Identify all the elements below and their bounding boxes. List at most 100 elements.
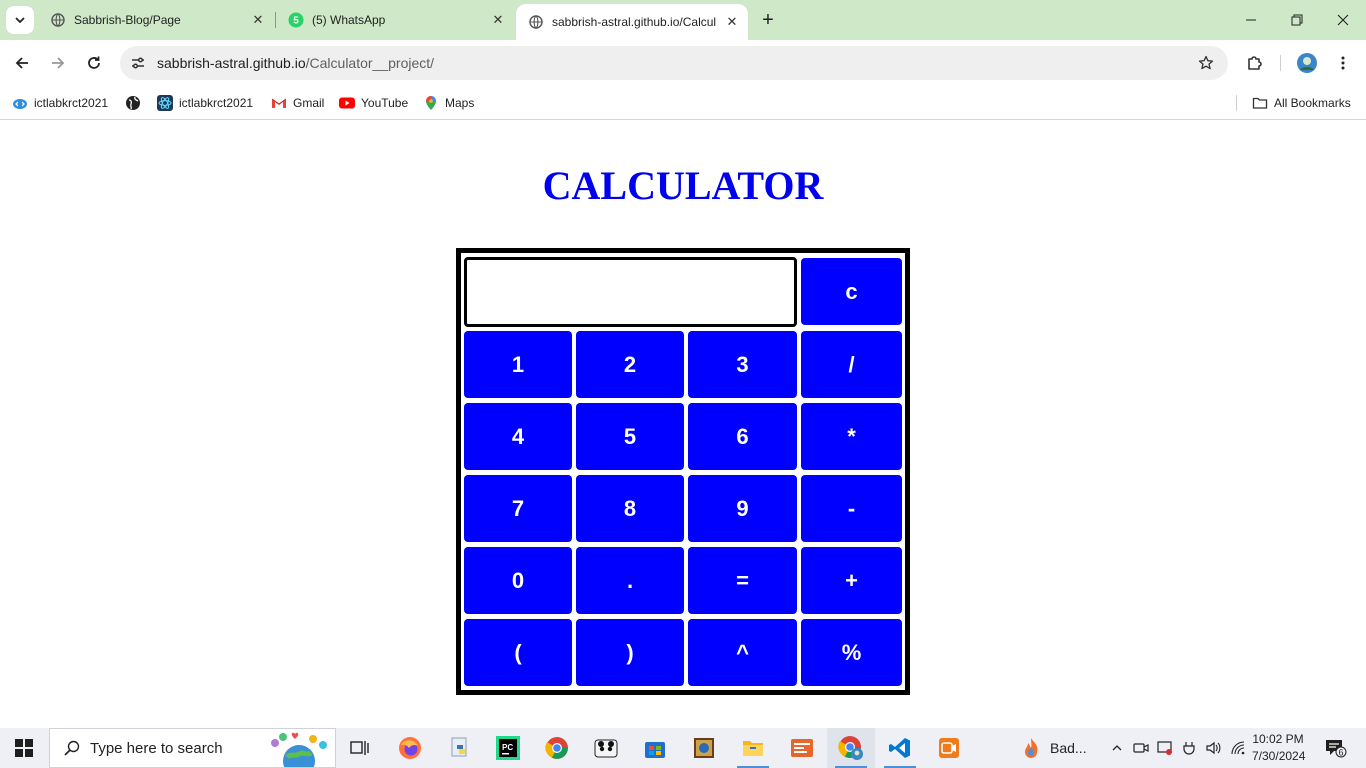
key-modulo[interactable]: % (801, 619, 902, 686)
folder-icon (1252, 95, 1268, 111)
tab-strip: Sabbrish-Blog/Page ✕ 5 (5) WhatsApp ✕ sa… (0, 0, 1366, 40)
reload-button[interactable] (79, 48, 109, 78)
forward-button[interactable] (43, 48, 73, 78)
panda-icon (594, 739, 618, 758)
restore-button[interactable] (1274, 0, 1320, 40)
tab-search-button[interactable] (6, 6, 34, 34)
tab-calculator-active[interactable]: sabbrish-astral.github.io/Calcul ✕ (516, 4, 748, 40)
key-0[interactable]: 0 (464, 547, 572, 614)
meet-now-icon[interactable] (1131, 738, 1151, 758)
key-decimal[interactable]: . (576, 547, 684, 614)
key-3[interactable]: 3 (688, 331, 797, 398)
taskbar-chrome[interactable] (533, 728, 581, 768)
system-clock[interactable]: 10:02 PM 7/30/2024 (1252, 731, 1305, 765)
show-hidden-icons-button[interactable] (1107, 738, 1127, 758)
back-button[interactable] (7, 48, 37, 78)
tab-sabbrish-blog[interactable]: Sabbrish-Blog/Page ✕ (38, 0, 274, 40)
browser-toolbar: sabbrish-astral.github.io/Calculator__pr… (0, 40, 1366, 86)
chrome-profile-icon (838, 736, 863, 760)
taskbar-firefox[interactable] (386, 728, 434, 768)
firefox-icon (399, 737, 421, 759)
key-multiply[interactable]: * (801, 403, 902, 470)
bookmark-star-icon[interactable] (1196, 53, 1216, 73)
chevron-up-icon (1112, 745, 1122, 751)
browser-menu-button[interactable] (1330, 50, 1356, 76)
key-1[interactable]: 1 (464, 331, 572, 398)
key-add[interactable]: + (801, 547, 902, 614)
bookmark-ictlabkrct2021[interactable]: ictlabkrct2021 (12, 92, 108, 114)
bookmark-globe[interactable] (125, 92, 147, 114)
minimize-icon (1246, 19, 1256, 21)
bookmark-maps[interactable]: Maps (423, 92, 474, 114)
restore-icon (1291, 14, 1303, 26)
tab-whatsapp[interactable]: 5 (5) WhatsApp ✕ (276, 0, 514, 40)
new-tab-button[interactable]: + (756, 8, 780, 32)
flame-app-icon (1025, 738, 1038, 758)
close-tab-icon[interactable]: ✕ (248, 10, 268, 30)
close-tab-icon[interactable]: ✕ (722, 12, 742, 32)
bookmark-gmail[interactable]: Gmail (271, 92, 324, 114)
taskbar-task-view[interactable] (336, 728, 384, 768)
maps-pin-icon (423, 95, 439, 111)
volume-icon[interactable] (1203, 738, 1223, 758)
taskbar-running-app[interactable]: Bad... (1020, 728, 1096, 768)
game-app-icon (694, 738, 714, 758)
address-bar[interactable]: sabbrish-astral.github.io/Calculator__pr… (120, 46, 1228, 80)
taskbar-search-box[interactable]: Type here to search (49, 728, 336, 768)
windows-logo-icon (15, 739, 33, 757)
notification-icon: 6 (1326, 740, 1347, 758)
clear-button[interactable]: c (801, 258, 902, 325)
recorder-icon (939, 738, 959, 758)
site-settings-icon[interactable] (126, 51, 150, 75)
bookmarks-bar: ictlabkrct2021 ictlabkrct2021 Gmail YouT… (0, 86, 1366, 120)
bookmark-ictlabkrct2021-2[interactable]: ictlabkrct2021 (157, 92, 253, 114)
taskbar-presentation-app[interactable] (778, 728, 826, 768)
network-icon[interactable] (1228, 738, 1248, 758)
taskbar-python[interactable] (436, 728, 484, 768)
taskbar-chrome-profile[interactable] (827, 728, 875, 768)
svg-text:PC: PC (502, 743, 513, 752)
taskbar-store[interactable] (631, 728, 679, 768)
key-equals[interactable]: = (688, 547, 797, 614)
key-8[interactable]: 8 (576, 475, 684, 542)
bookmark-youtube[interactable]: YouTube (339, 92, 408, 114)
calculator-display[interactable] (464, 257, 797, 327)
key-2[interactable]: 2 (576, 331, 684, 398)
taskbar-file-explorer[interactable] (729, 728, 777, 768)
notifications-button[interactable]: 6 (1324, 738, 1348, 758)
minimize-button[interactable] (1228, 0, 1274, 40)
power-icon[interactable] (1179, 738, 1199, 758)
key-divide[interactable]: / (801, 331, 902, 398)
tab-title: sabbrish-astral.github.io/Calcul (552, 15, 717, 29)
taskbar-pycharm[interactable]: PC (484, 728, 532, 768)
close-window-button[interactable] (1320, 0, 1366, 40)
profile-avatar[interactable] (1294, 50, 1320, 76)
code-cloud-icon (12, 95, 28, 111)
plus-icon: + (762, 8, 774, 31)
bookmark-label: ictlabkrct2021 (34, 96, 109, 110)
key-power[interactable]: ^ (688, 619, 797, 686)
key-6[interactable]: 6 (688, 403, 797, 470)
key-5[interactable]: 5 (576, 403, 684, 470)
key-subtract[interactable]: - (801, 475, 902, 542)
taskbar-vscode[interactable] (876, 728, 924, 768)
start-button[interactable] (0, 728, 48, 768)
key-7[interactable]: 7 (464, 475, 572, 542)
reload-icon (88, 56, 100, 69)
url-text[interactable]: sabbrish-astral.github.io/Calculator__pr… (157, 55, 434, 71)
extensions-button[interactable] (1242, 50, 1268, 76)
key-4[interactable]: 4 (464, 403, 572, 470)
globe-icon (50, 12, 66, 28)
security-icon[interactable] (1155, 738, 1175, 758)
key-9[interactable]: 9 (688, 475, 797, 542)
tab-title: Sabbrish-Blog/Page (74, 13, 181, 27)
url-host: sabbrish-astral.github.io (157, 55, 306, 71)
close-tab-icon[interactable]: ✕ (488, 10, 508, 30)
taskbar-game-app[interactable] (680, 728, 728, 768)
all-bookmarks-button[interactable]: All Bookmarks (1252, 92, 1351, 114)
key-left-paren[interactable]: ( (464, 619, 572, 686)
key-right-paren[interactable]: ) (576, 619, 684, 686)
taskbar-panda-app[interactable] (582, 728, 630, 768)
taskbar-recorder-app[interactable] (925, 728, 973, 768)
globe-icon (125, 95, 141, 111)
